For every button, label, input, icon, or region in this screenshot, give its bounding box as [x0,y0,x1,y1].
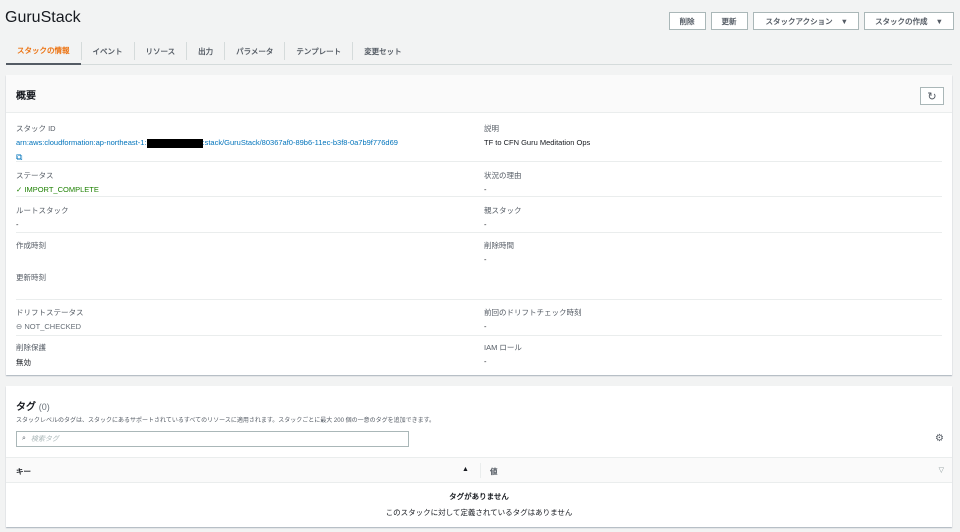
caret-down-icon: ▼ [840,16,849,26]
gear-icon[interactable]: ⚙ [935,433,944,444]
stack-actions-label: スタックアクション [765,16,833,26]
minus-circle-icon: ⊖ [16,322,23,331]
updated-label: 更新時刻 [16,273,46,282]
last-drift-label: 前回のドリフトチェック時刻 [484,308,582,317]
stack-id-suffix: :stack/GuruStack/80367af0-89b6-11ec-b3f8… [202,138,398,147]
search-icon: ⌕ [22,435,26,442]
iam-value: - [484,357,487,366]
termination-label: 削除保護 [16,343,46,352]
overview-panel: 概要 ↻ スタック ID arn:aws:cloudformation:ap-n… [6,75,952,375]
root-stack-label: ルートスタック [16,206,69,215]
redacted-account-id [146,138,203,148]
tags-table-header: キー ▲ 値 ▽ [6,457,952,483]
root-stack-value: - [16,220,19,229]
created-field: 作成時刻 [6,240,56,251]
status-reason-field: 状況の理由 - [474,170,532,194]
delete-label: 削除 [679,16,695,26]
parent-stack-field: 親スタック - [474,205,532,229]
status-field: ステータス ✓ IMPORT_COMPLETE [6,170,109,194]
search-placeholder: 検索タグ [30,436,59,443]
stack-actions-button[interactable]: スタックアクション ▼ [752,12,860,30]
tab-change-sets[interactable]: 変更セット [352,42,413,60]
tags-description: スタックレベルのタグは、スタックにあるサポートされているすべてのリソースに適用さ… [16,418,436,424]
updated-field: 更新時刻 [6,272,56,283]
drift-field: ドリフトステータス ⊖ NOT_CHECKED [6,307,94,331]
column-key[interactable]: キー [16,466,31,477]
deleted-label: 削除時間 [484,241,514,250]
overview-header: 概要 ↻ [6,75,952,113]
tab-resources[interactable]: リソース [133,42,187,60]
check-circle-icon: ✓ [16,185,23,194]
status-reason-label: 状況の理由 [484,171,522,180]
iam-role-field: IAM ロール - [474,342,532,366]
refresh-button[interactable]: ↻ [920,87,944,105]
tags-title-text: タグ [16,402,36,413]
drift-value: NOT_CHECKED [24,322,82,331]
tab-outputs[interactable]: 出力 [186,42,224,60]
drift-label: ドリフトステータス [16,308,84,317]
empty-description: このスタックに対して定義されているタグはありません [385,508,573,517]
tags-panel: タグ (0) スタックレベルのタグは、スタックにあるサポートされているすべてのリ… [6,386,952,527]
page-title: GuruStack [5,9,81,26]
status-label: ステータス [16,171,54,180]
sort-icon[interactable]: ▽ [939,466,944,474]
update-button[interactable]: 更新 [710,12,748,30]
created-label: 作成時刻 [16,241,46,250]
column-value[interactable]: 値 [490,466,498,477]
status-value: IMPORT_COMPLETE [24,185,99,194]
header-actions: 削除 更新 スタックアクション ▼ スタックの作成 ▼ [668,12,954,30]
parent-stack-label: 親スタック [484,206,522,215]
update-label: 更新 [721,16,737,26]
deleted-value: - [484,255,487,264]
sort-ascending-icon[interactable]: ▲ [462,466,469,473]
status-reason-value: - [484,185,487,194]
termination-protection-field: 削除保護 無効 [6,342,56,368]
stack-id-prefix: arn:aws:cloudformation:ap-northeast-1: [16,138,147,147]
root-stack-field: ルートスタック - [6,205,79,229]
create-stack-label: スタックの作成 [875,16,928,26]
empty-title: タグがありません [449,492,509,501]
create-stack-button[interactable]: スタックの作成 ▼ [864,12,954,30]
deleted-field: 削除時間 - [474,240,524,264]
overview-title: 概要 [16,91,36,102]
last-drift-field: 前回のドリフトチェック時刻 - [474,307,592,331]
tag-search-input[interactable]: ⌕ 検索タグ [16,431,409,447]
termination-value: 無効 [16,358,31,367]
description-value: TF to CFN Guru Meditation Ops [484,138,591,147]
stack-id-label: スタック ID [16,124,56,133]
tab-bar: スタックの情報 イベント リソース 出力 パラメータ テンプレート 変更セット [6,38,952,65]
description-field: 説明 TF to CFN Guru Meditation Ops [474,123,600,147]
delete-button[interactable]: 削除 [668,12,706,30]
stack-id-link[interactable]: arn:aws:cloudformation:ap-northeast-1: :s… [16,138,466,148]
description-label: 説明 [484,124,499,133]
parent-stack-value: - [484,220,487,229]
stack-id-field: スタック ID arn:aws:cloudformation:ap-northe… [6,123,476,163]
refresh-icon: ↻ [927,90,937,103]
caret-down-icon: ▼ [935,16,943,26]
tags-count: (0) [38,402,50,412]
tab-stack-info[interactable]: スタックの情報 [6,38,81,65]
tab-parameters[interactable]: パラメータ [224,42,284,60]
tags-title: タグ (0) [16,398,50,413]
tab-events[interactable]: イベント [80,42,134,60]
iam-label: IAM ロール [484,343,522,352]
tab-template[interactable]: テンプレート [284,42,352,60]
last-drift-value: - [484,322,487,331]
